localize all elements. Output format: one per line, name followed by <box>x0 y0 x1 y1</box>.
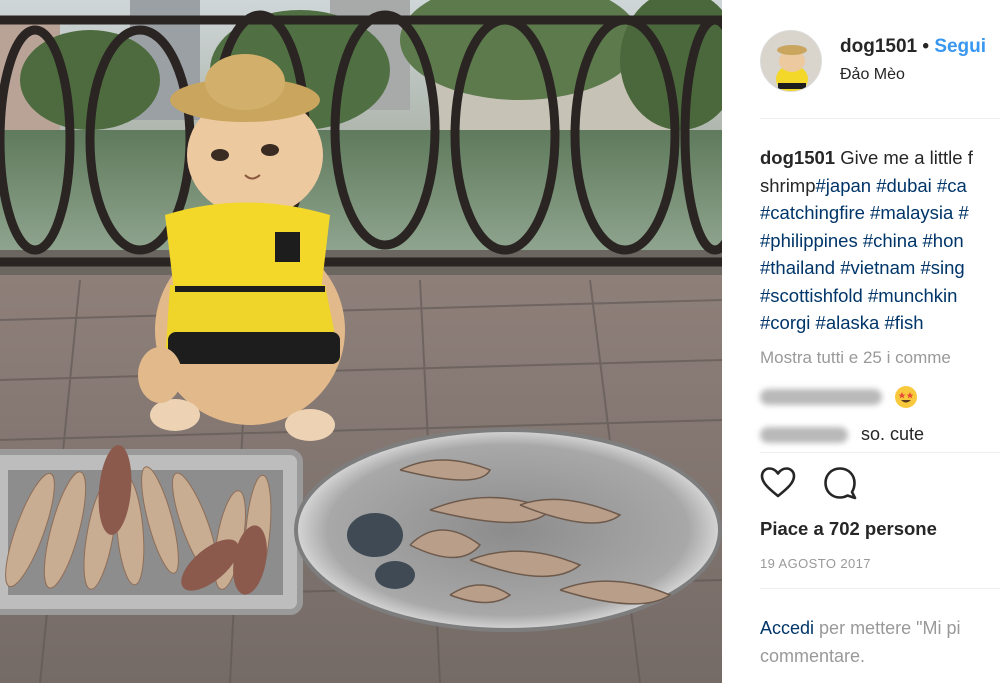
blurred-username[interactable] <box>760 427 848 444</box>
avatar[interactable] <box>760 30 822 92</box>
post-caption: dog1501 Give me a little f shrimp#japan … <box>760 144 973 337</box>
post-side-panel: dog1501 • Segui Đảo Mèo dog1501 Give me … <box>722 0 1000 683</box>
likes-count[interactable]: Piace a 702 persone <box>760 518 937 540</box>
caption-line-1: dog1501 Give me a little f <box>760 144 973 172</box>
caption-line-6: #scottishfold #munchkin <box>760 282 973 310</box>
login-text-2: commentare. <box>760 646 866 666</box>
caption-text: Give me a little f <box>840 147 973 168</box>
hashtag-link[interactable]: # <box>958 202 968 223</box>
footer-divider <box>760 588 1000 589</box>
hashtag-link[interactable]: #thailand <box>760 257 835 278</box>
caption-line-2: shrimp#japan #dubai #ca <box>760 172 973 200</box>
avatar-cat-icon <box>761 31 821 91</box>
comment-row <box>760 386 918 409</box>
hashtag-link[interactable]: #ca <box>937 175 967 196</box>
hashtag-link[interactable]: #alaska <box>816 312 880 333</box>
separator-dot: • <box>922 36 930 57</box>
hashtag-link[interactable]: #malaysia <box>870 202 953 223</box>
show-all-comments-link[interactable]: Mostra tutti e 25 i comme <box>760 348 951 368</box>
post-username-row: dog1501 • Segui <box>840 36 986 58</box>
hashtag-link[interactable]: #philippines <box>760 230 858 251</box>
login-link[interactable]: Accedi <box>760 618 814 638</box>
hashtag-link[interactable]: #scottishfold <box>760 285 863 306</box>
comment-row: so. cute <box>760 424 924 445</box>
blurred-username[interactable] <box>760 389 882 406</box>
hashtag-link[interactable]: #catchingfire <box>760 202 865 223</box>
hashtag-link[interactable]: #china <box>863 230 918 251</box>
comment-text: so. cute <box>861 424 925 444</box>
header-divider <box>760 118 1000 119</box>
location-link[interactable]: Đảo Mèo <box>840 66 905 84</box>
post-date: 19 AGOSTO 2017 <box>760 556 871 571</box>
login-prompt: Accedi per mettere "Mi pi commentare. <box>760 614 960 670</box>
caption-line-3: #catchingfire #malaysia # <box>760 199 973 227</box>
caption-line-7: #corgi #alaska #fish <box>760 309 973 337</box>
caption-text-shrimp: shrimp <box>760 174 816 196</box>
post-photo[interactable] <box>0 0 722 683</box>
caption-username[interactable]: dog1501 <box>760 147 835 168</box>
comment-button[interactable] <box>822 465 858 506</box>
comments-divider <box>760 452 1000 453</box>
comment-icon <box>824 467 857 500</box>
hashtag-link[interactable]: #munchkin <box>868 285 957 306</box>
photo-image <box>0 0 722 683</box>
star-struck-emoji-icon <box>895 386 918 409</box>
follow-button[interactable]: Segui <box>934 36 986 57</box>
hashtag-link[interactable]: #dubai <box>876 175 932 196</box>
like-button[interactable] <box>760 465 796 506</box>
hashtag-link[interactable]: #japan <box>816 175 872 196</box>
login-text: per mettere "Mi pi <box>819 618 961 638</box>
username-link[interactable]: dog1501 <box>840 36 917 57</box>
hashtag-link[interactable]: #vietnam <box>840 257 915 278</box>
post-header: dog1501 • Segui Đảo Mèo <box>760 26 1000 96</box>
caption-line-5: #thailand #vietnam #sing <box>760 254 973 282</box>
hashtag-link[interactable]: #corgi <box>760 312 810 333</box>
hashtag-link[interactable]: #hon <box>923 230 964 251</box>
caption-line-4: #philippines #china #hon <box>760 227 973 255</box>
heart-icon <box>760 467 796 498</box>
hashtag-link[interactable]: #fish <box>884 312 923 333</box>
hashtag-link[interactable]: #sing <box>920 257 964 278</box>
